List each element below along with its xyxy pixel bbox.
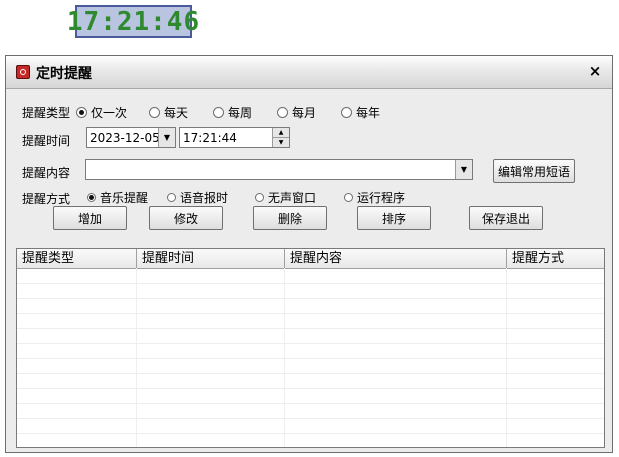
radio-run-program-indicator[interactable] <box>344 193 353 202</box>
table-row <box>17 418 604 434</box>
reminder-window: 定时提醒 × 提醒类型 仅一次 每天 每周 每月 每年 提醒时间 2023-12… <box>5 55 613 453</box>
radio-monthly[interactable]: 每月 <box>277 104 316 121</box>
time-value: 17:21:44 <box>183 130 237 145</box>
window-title: 定时提醒 <box>36 66 92 82</box>
date-dropdown-icon[interactable]: ▼ <box>158 128 175 147</box>
radio-run-program[interactable]: 运行程序 <box>344 189 405 206</box>
time-spinner[interactable]: ▲ ▼ <box>272 128 289 147</box>
radio-music[interactable]: 音乐提醒 <box>87 189 148 206</box>
radio-once-indicator[interactable] <box>76 107 87 118</box>
col-header-content[interactable]: 提醒内容 <box>285 249 507 268</box>
radio-once-label: 仅一次 <box>91 106 128 120</box>
digital-clock: 17:21:46 <box>67 5 199 38</box>
table-row <box>17 268 604 284</box>
save-exit-button[interactable]: 保存退出 <box>469 206 543 230</box>
radio-daily-label: 每天 <box>164 106 189 120</box>
date-picker[interactable]: 2023-12-05 ▼ <box>86 127 176 148</box>
radio-voice[interactable]: 语音报时 <box>167 189 228 206</box>
sort-button[interactable]: 排序 <box>357 206 431 230</box>
radio-monthly-label: 每月 <box>292 106 317 120</box>
col-header-time[interactable]: 提醒时间 <box>137 249 285 268</box>
radio-silent-indicator[interactable] <box>255 193 264 202</box>
list-header: 提醒类型 提醒时间 提醒内容 提醒方式 <box>17 249 604 269</box>
radio-voice-indicator[interactable] <box>167 193 176 202</box>
col-header-type[interactable]: 提醒类型 <box>17 249 137 268</box>
table-row <box>17 373 604 389</box>
content-combobox[interactable]: ▼ <box>85 159 473 180</box>
col-header-method[interactable]: 提醒方式 <box>507 249 604 268</box>
delete-button[interactable]: 删除 <box>253 206 327 230</box>
radio-yearly-indicator[interactable] <box>341 107 352 118</box>
add-button[interactable]: 增加 <box>53 206 127 230</box>
radio-yearly-label: 每年 <box>356 106 381 120</box>
content-dropdown-icon[interactable]: ▼ <box>455 160 472 179</box>
radio-daily[interactable]: 每天 <box>149 104 188 121</box>
table-row <box>17 343 604 359</box>
radio-weekly-label: 每周 <box>228 106 253 120</box>
table-row <box>17 313 604 329</box>
close-button[interactable]: × <box>586 62 604 80</box>
title-bar[interactable]: 定时提醒 × <box>6 56 612 89</box>
clock-time: 17:21:46 <box>66 6 201 37</box>
radio-daily-indicator[interactable] <box>149 107 160 118</box>
table-row <box>17 403 604 419</box>
time-picker[interactable]: 17:21:44 ▲ ▼ <box>179 127 290 148</box>
reminder-time-label: 提醒时间 <box>22 134 71 148</box>
radio-run-program-label: 运行程序 <box>357 191 406 205</box>
table-row <box>17 298 604 314</box>
radio-silent-label: 无声窗口 <box>268 191 317 205</box>
radio-weekly[interactable]: 每周 <box>213 104 252 121</box>
modify-button[interactable]: 修改 <box>149 206 223 230</box>
reminder-method-label: 提醒方式 <box>22 192 71 206</box>
table-row <box>17 328 604 344</box>
reminder-type-label: 提醒类型 <box>22 106 71 120</box>
table-row <box>17 283 604 299</box>
reminder-list[interactable]: 提醒类型 提醒时间 提醒内容 提醒方式 <box>16 248 605 448</box>
radio-music-indicator[interactable] <box>87 193 96 202</box>
spin-down-icon[interactable]: ▼ <box>273 138 289 148</box>
radio-once[interactable]: 仅一次 <box>76 104 127 121</box>
reminder-content-label: 提醒内容 <box>22 166 71 180</box>
date-value: 2023-12-05 <box>90 130 160 145</box>
table-row <box>17 388 604 404</box>
edit-phrases-button[interactable]: 编辑常用短语 <box>493 159 575 183</box>
radio-silent[interactable]: 无声窗口 <box>255 189 316 206</box>
spin-up-icon[interactable]: ▲ <box>273 128 289 138</box>
radio-weekly-indicator[interactable] <box>213 107 224 118</box>
table-row <box>17 358 604 374</box>
radio-yearly[interactable]: 每年 <box>341 104 380 121</box>
app-icon <box>16 65 30 79</box>
radio-voice-label: 语音报时 <box>180 191 229 205</box>
radio-monthly-indicator[interactable] <box>277 107 288 118</box>
radio-music-label: 音乐提醒 <box>100 191 149 205</box>
